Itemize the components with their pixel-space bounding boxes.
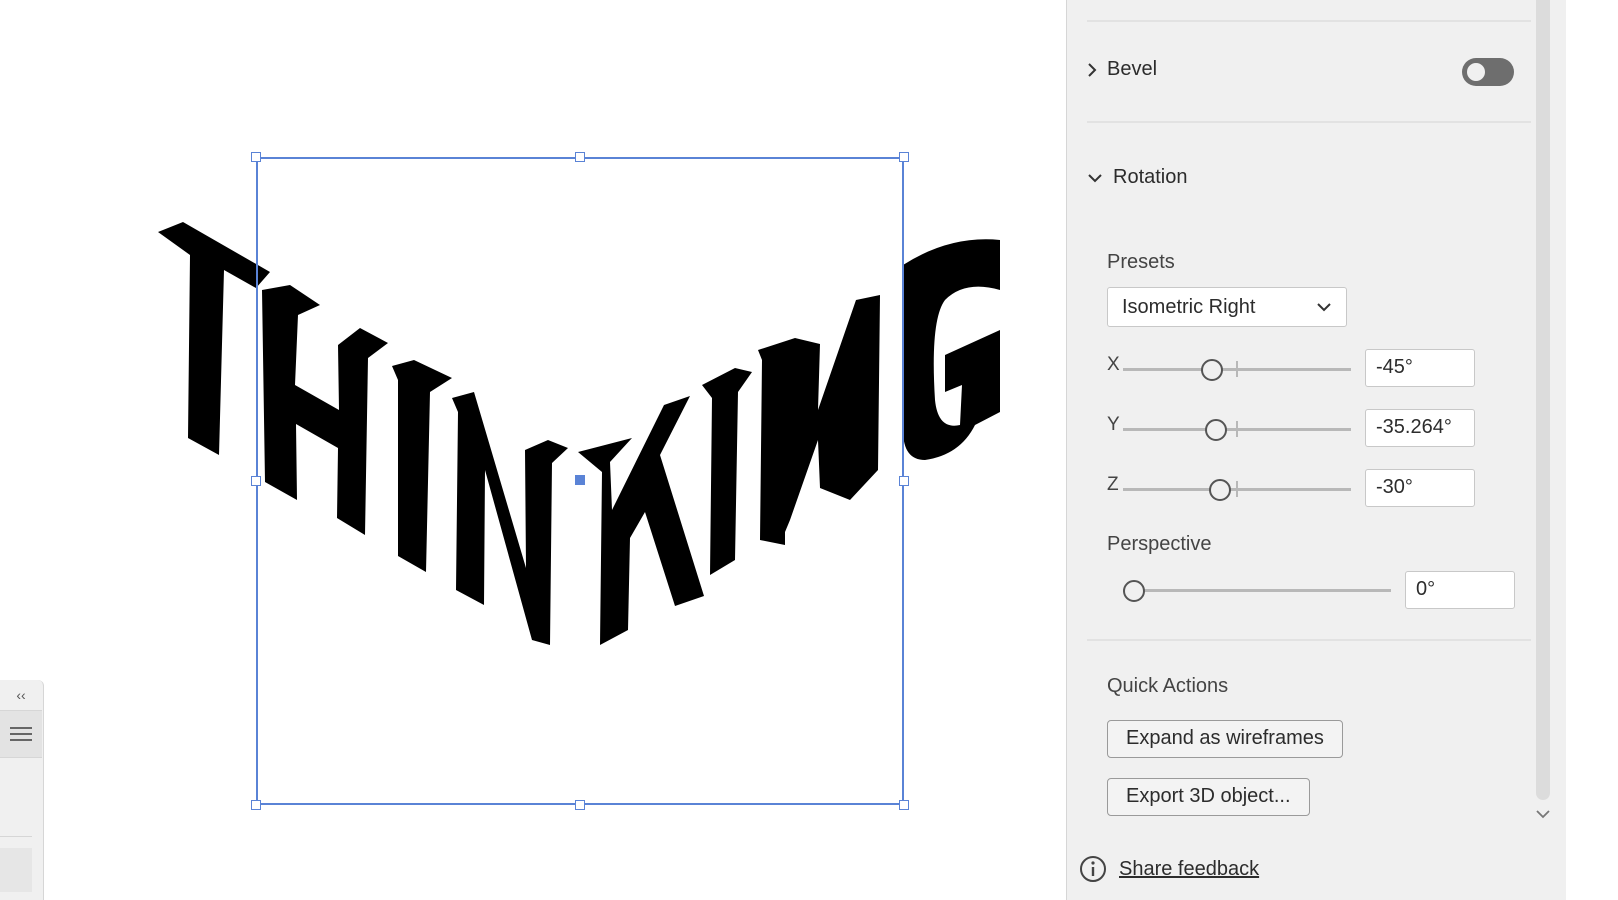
chevron-right-icon	[1088, 62, 1097, 77]
resize-handle-top-right[interactable]	[899, 152, 909, 162]
y-slider-thumb[interactable]	[1205, 419, 1227, 441]
x-rotation-slider[interactable]	[1123, 359, 1351, 381]
z-rotation-slider[interactable]	[1123, 479, 1351, 501]
share-feedback-link[interactable]: Share feedback	[1119, 858, 1259, 881]
z-axis-label: Z	[1107, 474, 1119, 495]
bevel-toggle[interactable]	[1462, 58, 1514, 86]
perspective-field[interactable]: 0°	[1405, 571, 1515, 609]
bevel-section-header[interactable]: Bevel	[1087, 58, 1157, 81]
export-3d-object-button[interactable]: Export 3D object...	[1107, 778, 1310, 816]
z-slider-thumb[interactable]	[1209, 479, 1231, 501]
panel-menu-button[interactable]	[0, 711, 42, 758]
left-panel-dock: ‹‹	[0, 680, 44, 900]
artboard-canvas[interactable]	[0, 0, 1066, 900]
scroll-down-icon[interactable]	[1534, 805, 1552, 823]
x-rotation-field[interactable]: -45°	[1365, 349, 1475, 387]
dock-panel-slot[interactable]	[0, 848, 32, 892]
perspective-slider[interactable]	[1123, 580, 1391, 602]
resize-handle-top-left[interactable]	[251, 152, 261, 162]
bevel-label: Bevel	[1107, 58, 1158, 80]
preset-value: Isometric Right	[1122, 295, 1256, 318]
z-rotation-field[interactable]: -30°	[1365, 469, 1475, 507]
3d-materials-panel: Bevel Rotation Presets Isometric Right X…	[1066, 0, 1567, 900]
share-feedback-row: Share feedback	[1079, 855, 1259, 883]
quick-actions-label: Quick Actions	[1107, 675, 1229, 697]
rotation-label: Rotation	[1113, 166, 1188, 188]
rotation-preset-dropdown[interactable]: Isometric Right	[1107, 287, 1347, 327]
presets-label: Presets	[1107, 251, 1175, 273]
rotation-section-header[interactable]: Rotation	[1087, 166, 1188, 189]
dock-divider	[0, 836, 32, 837]
resize-handle-bottom-left[interactable]	[251, 800, 261, 810]
y-rotation-slider[interactable]	[1123, 419, 1351, 441]
resize-handle-bottom[interactable]	[575, 800, 585, 810]
section-divider	[1087, 121, 1531, 123]
section-divider	[1087, 639, 1531, 641]
resize-handle-bottom-right[interactable]	[899, 800, 909, 810]
selection-center-point	[575, 475, 585, 485]
perspective-label: Perspective	[1107, 533, 1212, 555]
scrollbar-thumb[interactable]	[1536, 0, 1550, 800]
perspective-slider-thumb[interactable]	[1123, 580, 1145, 602]
y-rotation-field[interactable]: -35.264°	[1365, 409, 1475, 447]
window-edge	[1566, 0, 1618, 900]
resize-handle-right[interactable]	[899, 476, 909, 486]
hamburger-icon	[10, 727, 32, 741]
x-slider-thumb[interactable]	[1201, 359, 1223, 381]
section-divider	[1087, 20, 1531, 22]
resize-handle-left[interactable]	[251, 476, 261, 486]
chevron-down-icon	[1088, 173, 1102, 182]
x-axis-label: X	[1107, 354, 1120, 375]
chevron-down-icon	[1317, 303, 1331, 312]
y-axis-label: Y	[1107, 414, 1120, 435]
expand-wireframes-button[interactable]: Expand as wireframes	[1107, 720, 1343, 758]
panel-scrollbar[interactable]	[1532, 0, 1552, 900]
resize-handle-top[interactable]	[575, 152, 585, 162]
expand-panels-button[interactable]: ‹‹	[0, 680, 42, 711]
info-icon	[1080, 856, 1106, 882]
